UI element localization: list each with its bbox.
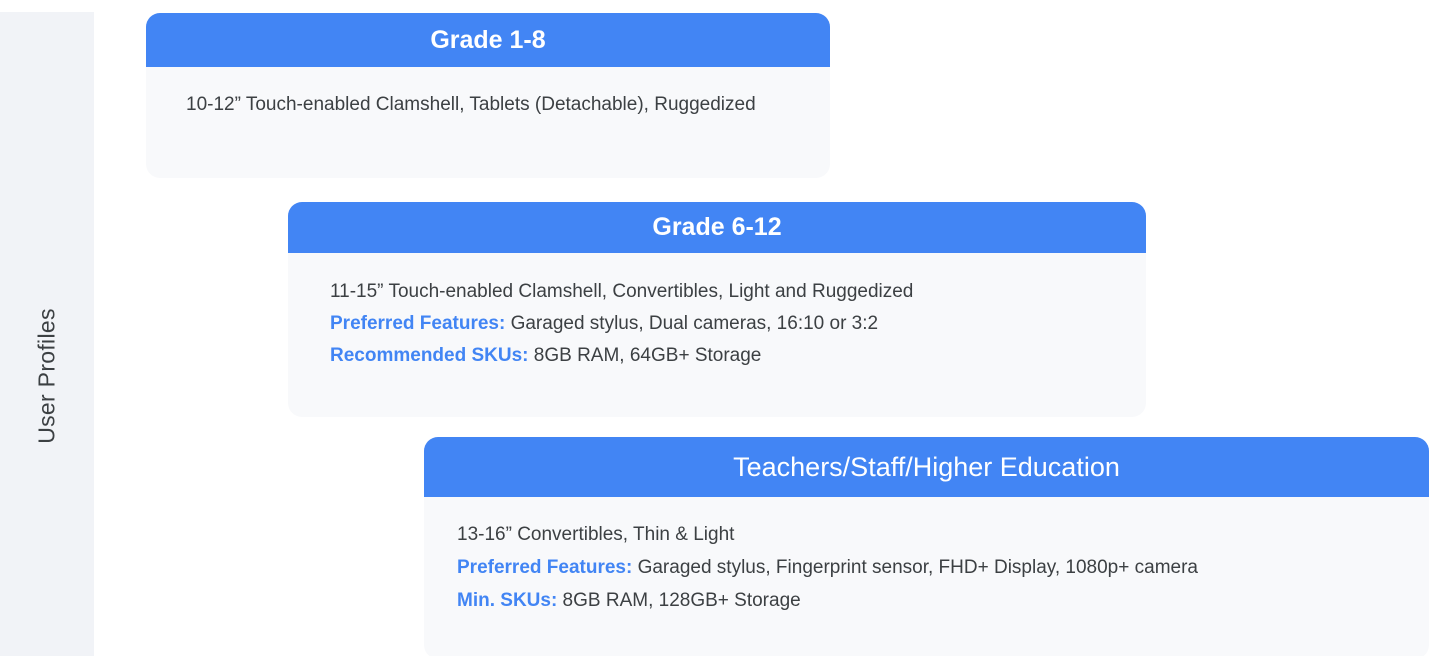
side-bar: User Profiles [0, 12, 94, 656]
preferred-features-line: Preferred Features: Garaged stylus, Dual… [330, 308, 1146, 340]
card-title: Grade 6-12 [288, 202, 1146, 253]
profile-card-teachers-staff: Teachers/Staff/Higher Education 13-16” C… [424, 437, 1429, 656]
min-skus-key: Min. SKUs: [457, 590, 558, 611]
device-types-line: 11-15” Touch-enabled Clamshell, Converti… [330, 276, 1146, 308]
preferred-features-value: Garaged stylus, Fingerprint sensor, FHD+… [632, 557, 1198, 578]
card-title: Grade 1-8 [146, 13, 830, 67]
min-skus-line: Min. SKUs: 8GB RAM, 128GB+ Storage [457, 584, 1429, 617]
device-types-line: 10-12” Touch-enabled Clamshell, Tablets … [186, 94, 756, 115]
card-body: 13-16” Convertibles, Thin & Light Prefer… [424, 497, 1429, 617]
preferred-features-key: Preferred Features: [457, 557, 633, 578]
preferred-features-value: Garaged stylus, Dual cameras, 16:10 or 3… [505, 313, 879, 334]
profile-card-grade-6-12: Grade 6-12 11-15” Touch-enabled Clamshel… [288, 202, 1146, 417]
card-body: 10-12” Touch-enabled Clamshell, Tablets … [146, 67, 830, 120]
card-title: Teachers/Staff/Higher Education [424, 437, 1429, 497]
preferred-features-key: Preferred Features: [330, 313, 506, 334]
recommended-skus-value: 8GB RAM, 64GB+ Storage [528, 345, 762, 366]
device-types-line: 13-16” Convertibles, Thin & Light [457, 518, 1429, 551]
device-types-text: 13-16” Convertibles, Thin & Light [457, 524, 735, 545]
user-profiles-diagram: User Profiles Grade 1-8 10-12” Touch-ena… [0, 0, 1429, 656]
profile-card-grade-1-8: Grade 1-8 10-12” Touch-enabled Clamshell… [146, 13, 830, 178]
recommended-skus-key: Recommended SKUs: [330, 345, 529, 366]
recommended-skus-line: Recommended SKUs: 8GB RAM, 64GB+ Storage [330, 340, 1146, 372]
card-body: 11-15” Touch-enabled Clamshell, Converti… [288, 253, 1146, 372]
preferred-features-line: Preferred Features: Garaged stylus, Fing… [457, 551, 1429, 584]
device-types-text: 11-15” Touch-enabled Clamshell, Converti… [330, 281, 914, 302]
side-label: User Profiles [33, 308, 60, 444]
min-skus-value: 8GB RAM, 128GB+ Storage [557, 590, 801, 611]
